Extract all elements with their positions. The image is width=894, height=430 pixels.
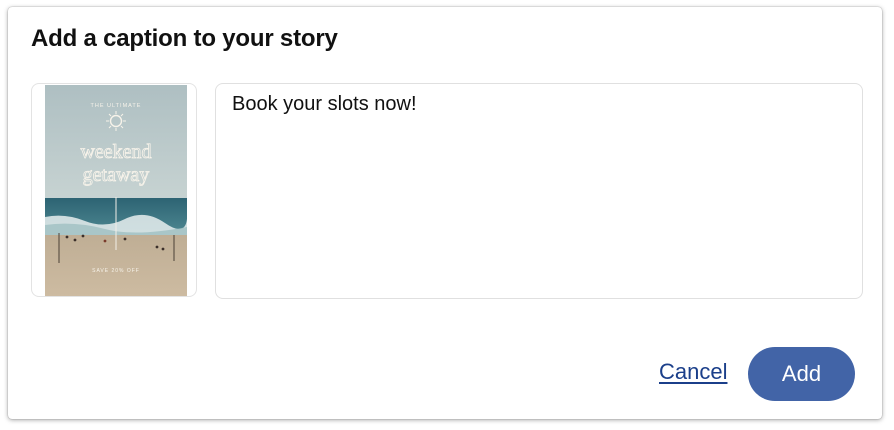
story-headline-line1: weekend xyxy=(80,141,151,163)
caption-input[interactable]: Book your slots now! xyxy=(215,83,863,299)
dialog-title: Add a caption to your story xyxy=(31,25,338,52)
story-headline-line2: getaway xyxy=(83,164,150,186)
cancel-button[interactable]: Cancel xyxy=(659,359,727,385)
story-preview-image: THE ULTIMATE weekend getaway SAVE 20% OF… xyxy=(45,85,187,296)
story-eyebrow: THE ULTIMATE xyxy=(91,103,142,109)
add-caption-dialog: Add a caption to your story THE ULTIMATE… xyxy=(8,7,882,419)
story-footer: SAVE 20% OFF xyxy=(92,268,140,274)
story-preview-card: THE ULTIMATE weekend getaway SAVE 20% OF… xyxy=(31,83,197,297)
add-button[interactable]: Add xyxy=(748,347,855,401)
